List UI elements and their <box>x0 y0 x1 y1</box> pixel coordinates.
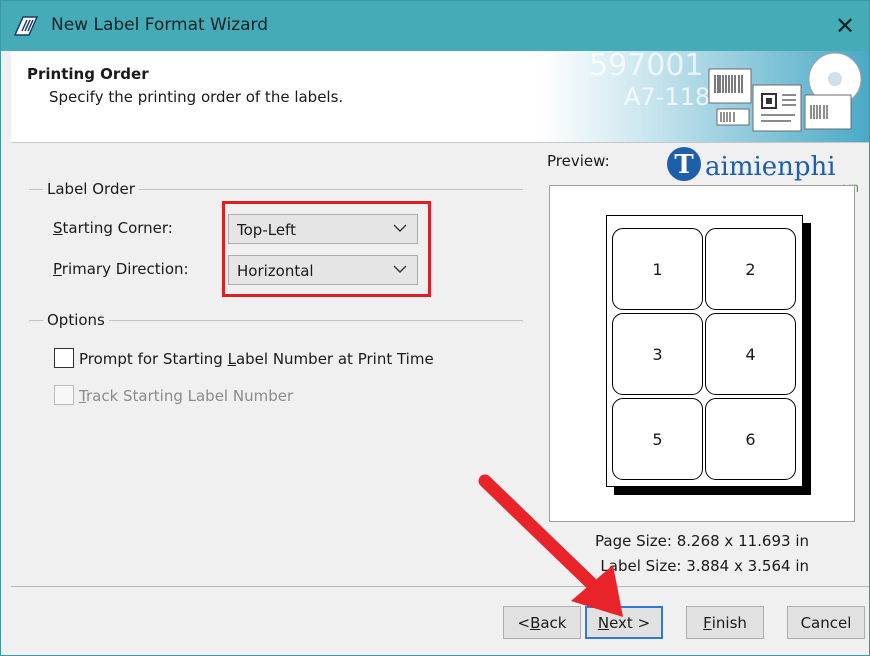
label-order-group-title: Label Order <box>43 180 139 198</box>
title-bar[interactable]: New Label Format Wizard ✕ <box>1 1 869 51</box>
wizard-header: Printing Order Specify the printing orde… <box>11 51 869 143</box>
watermark-text: aimienphi <box>705 152 836 182</box>
window-title: New Label Format Wizard <box>51 15 269 35</box>
label-size-text: Label Size: 3.884 x 3.564 in <box>600 557 809 575</box>
chevron-down-icon <box>393 265 407 273</box>
label-cell: 3 <box>612 313 703 395</box>
label-cell: 5 <box>612 398 703 480</box>
label-cell: 2 <box>705 228 796 310</box>
label-cell: 6 <box>705 398 796 480</box>
starting-corner-select[interactable]: Top-Left <box>228 214 418 244</box>
preview-label: Preview: <box>547 152 610 170</box>
cancel-button[interactable]: Cancel <box>787 606 865 639</box>
track-starting-label-checkbox <box>54 385 74 405</box>
banner-text-1: 597001 <box>589 51 704 83</box>
finish-button[interactable]: Finish <box>686 606 764 639</box>
track-starting-label-text: Track Starting Label Number <box>79 387 294 405</box>
banner-text-2: A7-118 <box>624 83 710 111</box>
starting-corner-label: Starting Corner: <box>53 219 173 237</box>
barcode-app-icon <box>13 16 39 36</box>
next-button[interactable]: Next > <box>585 606 663 639</box>
prompt-starting-label-checkbox[interactable] <box>54 348 74 368</box>
page-subtitle: Specify the printing order of the labels… <box>49 88 344 106</box>
starting-corner-value: Top-Left <box>237 221 296 239</box>
preview-panel: 1 2 3 4 5 6 <box>549 185 855 522</box>
label-cell: 1 <box>612 228 703 310</box>
back-button[interactable]: < Back <box>503 606 581 639</box>
header-banner-image: 597001 A7-118 <box>539 51 869 142</box>
page-size-text: Page Size: 8.268 x 11.693 in <box>595 532 809 550</box>
close-button[interactable]: ✕ <box>821 1 869 51</box>
chevron-down-icon <box>393 224 407 232</box>
primary-direction-select[interactable]: Horizontal <box>228 255 418 285</box>
footer-divider <box>11 586 869 587</box>
primary-direction-label: Primary Direction: <box>53 260 189 278</box>
options-group-title: Options <box>43 311 109 329</box>
watermark-letter: T <box>674 150 694 180</box>
page-title: Printing Order <box>27 65 149 83</box>
close-icon: ✕ <box>834 12 856 40</box>
label-cell: 4 <box>705 313 796 395</box>
primary-direction-value: Horizontal <box>237 262 314 280</box>
prompt-starting-label-text[interactable]: Prompt for Starting Label Number at Prin… <box>79 350 434 368</box>
wizard-window: New Label Format Wizard ✕ Printing Order… <box>0 0 870 656</box>
preview-page: 1 2 3 4 5 6 <box>606 215 803 487</box>
